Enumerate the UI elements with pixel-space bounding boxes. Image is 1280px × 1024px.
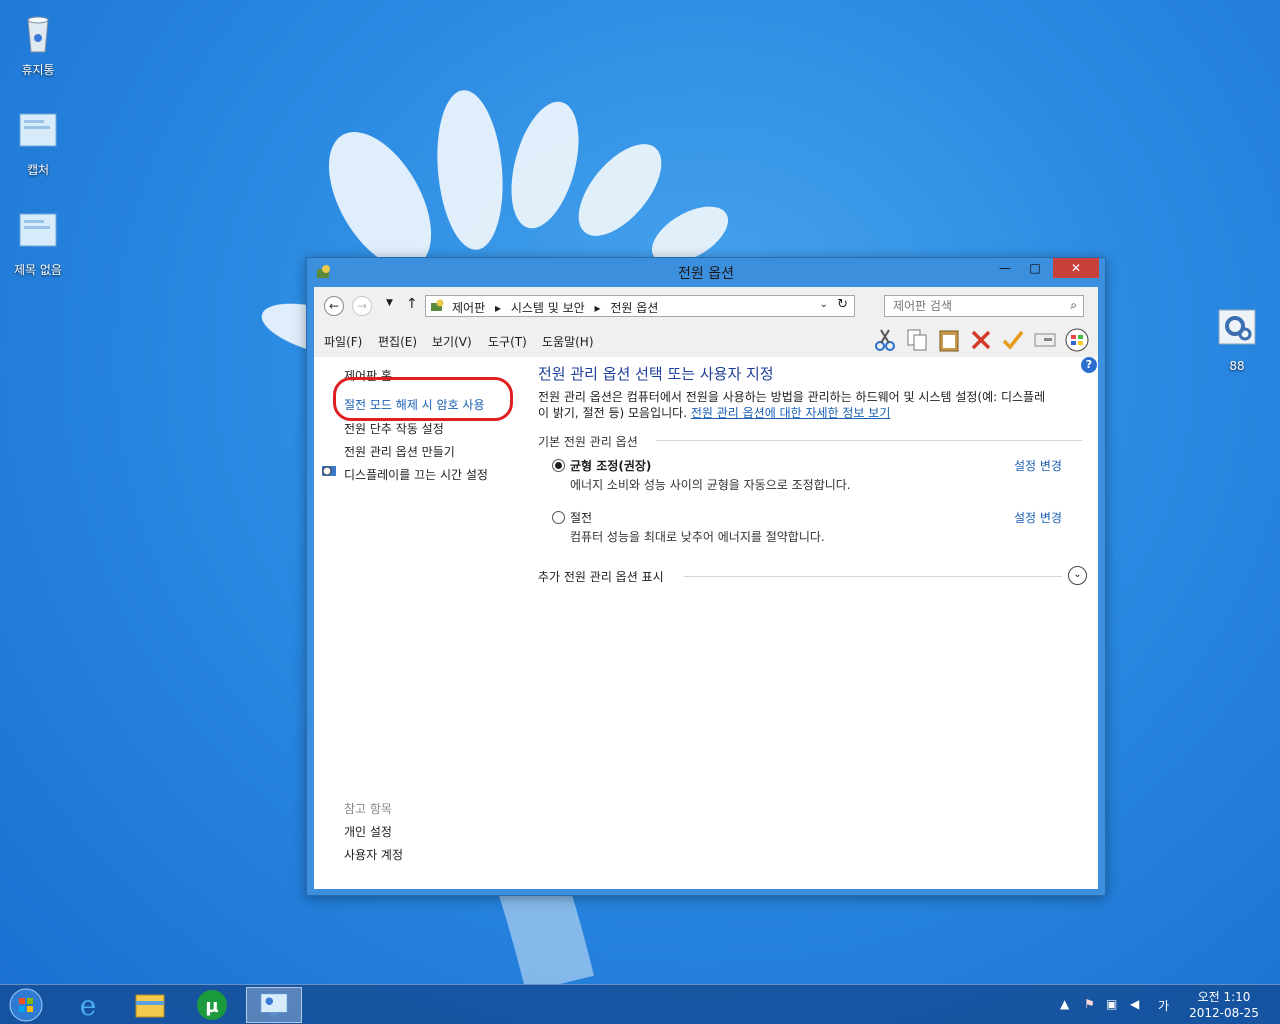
- help-icon[interactable]: ?: [1081, 357, 1097, 373]
- description-line-2: 이 밝기, 절전 등) 모음입니다. 전원 관리 옵션에 대한 자세한 정보 보…: [538, 405, 1086, 421]
- system-clock[interactable]: 오전 1:10 2012-08-25: [1184, 989, 1264, 1021]
- refresh-icon[interactable]: ↻: [837, 297, 848, 312]
- see-also-title: 참고 항목: [344, 802, 392, 816]
- control-panel-icon[interactable]: [246, 987, 302, 1023]
- breadcrumb-item[interactable]: 시스템 및 보안: [511, 301, 585, 315]
- clock-date: 2012-08-25: [1189, 1006, 1259, 1020]
- windows-logo-icon[interactable]: [1064, 327, 1090, 353]
- description-text: 이 밝기, 절전 등) 모음입니다.: [538, 406, 688, 420]
- menu-file[interactable]: 파일(F): [324, 333, 362, 350]
- section-title: 기본 전원 관리 옵션: [538, 435, 638, 449]
- recycle-bin-icon: [27, 16, 49, 53]
- divider: [656, 440, 1082, 441]
- breadcrumb-item[interactable]: 제어판: [452, 301, 485, 315]
- search-input[interactable]: [893, 296, 1063, 316]
- menu-edit[interactable]: 편집(E): [378, 333, 417, 350]
- checkmark-icon[interactable]: [1000, 327, 1026, 353]
- window-title: 전원 옵션: [678, 266, 734, 282]
- close-button[interactable]: ✕: [1053, 258, 1099, 278]
- minimize-button[interactable]: —: [991, 258, 1019, 278]
- desktop-icon-label: 캡처: [26, 163, 50, 177]
- utorrent-icon[interactable]: µ: [184, 987, 240, 1023]
- breadcrumb-item[interactable]: 전원 옵션: [610, 301, 658, 315]
- delete-icon[interactable]: [968, 327, 994, 353]
- menu-tools[interactable]: 도구(T): [488, 333, 527, 350]
- cut-icon[interactable]: [872, 327, 898, 353]
- page-description: 전원 관리 옵션은 컴퓨터에서 전원을 사용하는 방법을 관리하는 하드웨어 및…: [538, 389, 1086, 421]
- sidebar-item-personalization[interactable]: 개인 설정: [344, 823, 392, 840]
- desktop-icon-88[interactable]: 88: [1199, 306, 1275, 373]
- up-button[interactable]: ↑: [406, 296, 418, 312]
- clock-time: 오전 1:10: [1197, 990, 1251, 1004]
- plan-name[interactable]: 균형 조정(권장): [570, 457, 651, 474]
- breadcrumb: 제어판 ▸ 시스템 및 보안 ▸ 전원 옵션: [452, 299, 664, 316]
- menu-view[interactable]: 보기(V): [432, 333, 472, 350]
- content-pane: ? 제어판 홈 절전 모드 해제 시 암호 사용 전원 단추 작동 설정 전원 …: [314, 357, 1098, 889]
- sidebar-item-display-off[interactable]: 디스플레이를 끄는 시간 설정: [344, 466, 488, 483]
- maximize-button[interactable]: □: [1021, 258, 1049, 278]
- desktop-icon-recycle-bin[interactable]: 휴지통: [0, 8, 76, 78]
- properties-icon[interactable]: [1032, 327, 1058, 353]
- desktop-icon-label: 휴지통: [21, 63, 55, 77]
- taskbar: e µ ▲ ⚑ ▣ ◀ 가 오전 1:10 2012-08-25: [0, 984, 1280, 1024]
- file-explorer-icon[interactable]: [122, 987, 178, 1023]
- svg-text:e: e: [80, 989, 97, 1022]
- power-options-icon: [431, 299, 444, 311]
- ime-indicator[interactable]: 가: [1158, 997, 1169, 1014]
- sidebar-item-create-plan[interactable]: 전원 관리 옵션 만들기: [344, 443, 455, 460]
- internet-explorer-icon[interactable]: e: [60, 987, 116, 1023]
- menu-help[interactable]: 도움말(H): [542, 333, 594, 350]
- sidebar-item-require-password[interactable]: 절전 모드 해제 시 암호 사용: [344, 396, 485, 413]
- network-icon[interactable]: ▣: [1106, 997, 1117, 1011]
- start-orb-icon[interactable]: [2, 987, 50, 1023]
- show-additional-plans-label[interactable]: 추가 전원 관리 옵션 표시: [538, 568, 664, 585]
- action-center-icon[interactable]: ⚑: [1084, 997, 1095, 1011]
- sidebar-item-power-button[interactable]: 전원 단추 작동 설정: [344, 420, 444, 437]
- menu-bar: 파일(F) 편집(E) 보기(V) 도구(T) 도움말(H): [314, 323, 1098, 357]
- power-options-window: 전원 옵션 — □ ✕ ← → ▼ ↑ 제어판 ▸ 시스템 및 보안 ▸ 전원 …: [306, 257, 1106, 896]
- address-bar[interactable]: 제어판 ▸ 시스템 및 보안 ▸ 전원 옵션 ⌄ ↻: [425, 295, 855, 317]
- title-bar[interactable]: 전원 옵션 — □ ✕: [307, 258, 1105, 286]
- copy-icon[interactable]: [904, 327, 930, 353]
- search-box[interactable]: ⌕: [884, 295, 1084, 317]
- back-button[interactable]: ←: [324, 296, 344, 316]
- plan-description: 에너지 소비와 성능 사이의 균형을 자동으로 조정합니다.: [570, 478, 851, 492]
- chevron-down-icon[interactable]: ⌄: [1068, 566, 1087, 585]
- radio-power-saver[interactable]: [552, 511, 565, 524]
- description-line: 전원 관리 옵션은 컴퓨터에서 전원을 사용하는 방법을 관리하는 하드웨어 및…: [538, 390, 1046, 404]
- plan-name[interactable]: 절전: [570, 509, 592, 526]
- desktop-icon-capture[interactable]: 캡처: [0, 108, 76, 178]
- settings-gear-icon: [1218, 309, 1256, 345]
- change-plan-settings-link[interactable]: 설정 변경: [1014, 457, 1062, 474]
- desktop-icon-label: 제목 없음: [14, 263, 62, 277]
- show-hidden-icons-icon[interactable]: ▲: [1060, 997, 1069, 1011]
- file-icon: [19, 213, 57, 247]
- more-info-link[interactable]: 전원 관리 옵션에 대한 자세한 정보 보기: [691, 406, 891, 420]
- desktop-icon-untitled[interactable]: 제목 없음: [0, 208, 76, 278]
- desktop-icon-label: 88: [1229, 359, 1245, 373]
- page-title: 전원 관리 옵션 선택 또는 사용자 지정: [538, 365, 774, 383]
- breadcrumb-separator[interactable]: ▸: [595, 301, 601, 315]
- svg-text:µ: µ: [205, 996, 218, 1017]
- search-icon[interactable]: ⌕: [1070, 298, 1077, 313]
- clock-icon: [322, 466, 336, 476]
- breadcrumb-separator[interactable]: ▸: [495, 301, 501, 315]
- recent-pages-dropdown[interactable]: ▼: [386, 298, 393, 308]
- plan-description: 컴퓨터 성능을 최대로 낮추어 에너지를 절약합니다.: [570, 530, 825, 544]
- divider: [684, 576, 1062, 577]
- change-plan-settings-link[interactable]: 설정 변경: [1014, 509, 1062, 526]
- chevron-down-icon[interactable]: ⌄: [820, 299, 828, 310]
- volume-muted-icon[interactable]: ◀: [1130, 997, 1139, 1011]
- window-client-area: ← → ▼ ↑ 제어판 ▸ 시스템 및 보안 ▸ 전원 옵션 ⌄ ↻ 제어판 검…: [314, 287, 1098, 889]
- navigation-bar: ← → ▼ ↑ 제어판 ▸ 시스템 및 보안 ▸ 전원 옵션 ⌄ ↻ 제어판 검…: [314, 287, 1098, 323]
- forward-button[interactable]: →: [352, 296, 372, 316]
- sidebar-item-user-accounts[interactable]: 사용자 계정: [344, 846, 403, 863]
- file-icon: [19, 113, 57, 147]
- radio-balanced[interactable]: [552, 459, 565, 472]
- paste-icon[interactable]: [936, 327, 962, 353]
